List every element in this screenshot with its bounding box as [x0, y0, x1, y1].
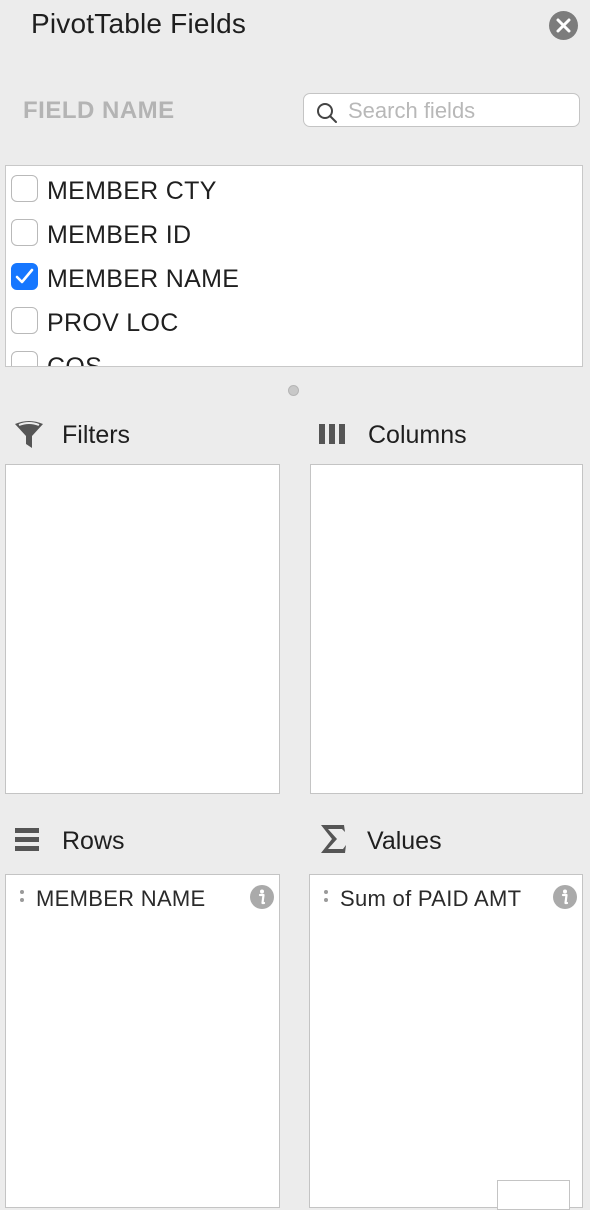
search-input[interactable]: [348, 98, 573, 124]
close-button[interactable]: [549, 11, 578, 40]
resize-corner[interactable]: [497, 1180, 570, 1210]
search-icon: [317, 103, 337, 123]
field-label: MEMBER CTY: [47, 177, 217, 205]
splitter-handle[interactable]: [288, 385, 299, 396]
field-label: COS: [47, 353, 103, 367]
field-item-prov-loc[interactable]: PROV LOC: [6, 299, 582, 343]
info-icon[interactable]: [553, 885, 577, 909]
filter-icon: [15, 421, 43, 448]
panel-title: PivotTable Fields: [31, 8, 247, 39]
field-checkbox[interactable]: [11, 175, 38, 202]
rows-drop-area[interactable]: MEMBER NAME: [5, 874, 280, 1208]
columns-icon: [319, 424, 345, 444]
field-checkbox[interactable]: [11, 351, 38, 366]
values-header: Values: [367, 827, 442, 855]
search-box[interactable]: [303, 93, 580, 127]
field-list[interactable]: MEMBER CTY MEMBER ID MEMBER NAME PROV LO…: [5, 165, 583, 367]
field-checkbox[interactable]: [11, 263, 38, 290]
field-item-member-id[interactable]: MEMBER ID: [6, 211, 582, 255]
field-item-cos[interactable]: COS: [6, 343, 582, 367]
rows-field-chip[interactable]: MEMBER NAME: [6, 883, 279, 913]
chip-label: Sum of PAID AMT: [340, 886, 522, 911]
field-checkbox[interactable]: [11, 307, 38, 334]
close-icon: [556, 18, 571, 33]
values-drop-area[interactable]: Sum of PAID AMT: [309, 874, 583, 1208]
field-name-label: FIELD NAME: [23, 97, 175, 124]
columns-drop-area[interactable]: [310, 464, 583, 794]
field-item-member-cty[interactable]: MEMBER CTY: [6, 167, 582, 211]
columns-header: Columns: [368, 421, 467, 449]
checkmark-icon: [15, 268, 34, 284]
filters-drop-area[interactable]: [5, 464, 280, 794]
drag-handle-icon[interactable]: [20, 890, 24, 906]
field-label: MEMBER ID: [47, 221, 192, 249]
field-item-member-name[interactable]: MEMBER NAME: [6, 255, 582, 299]
rows-icon: [15, 828, 39, 851]
info-icon[interactable]: [250, 885, 274, 909]
values-field-chip[interactable]: Sum of PAID AMT: [310, 883, 582, 913]
field-checkbox[interactable]: [11, 219, 38, 246]
field-label: MEMBER NAME: [47, 265, 240, 293]
filters-header: Filters: [62, 421, 131, 449]
rows-header: Rows: [62, 827, 125, 855]
field-label: PROV LOC: [47, 309, 179, 337]
chip-label: MEMBER NAME: [36, 886, 206, 911]
sigma-icon: [321, 825, 346, 853]
drag-handle-icon[interactable]: [324, 890, 328, 906]
